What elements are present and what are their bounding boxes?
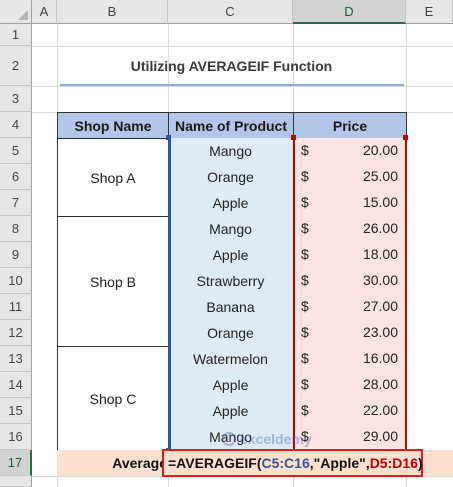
gridline: [32, 86, 453, 87]
row-header-10[interactable]: 10: [0, 268, 32, 294]
exceldemy-watermark: exceldemy: [222, 430, 362, 448]
cell-shop-c[interactable]: Shop C: [57, 346, 169, 451]
cell-product[interactable]: Mango: [168, 216, 294, 243]
cell-price[interactable]: $25.00: [293, 164, 407, 191]
range-highlight-d5-d16: [293, 138, 295, 451]
price-value: 28.00: [362, 376, 398, 392]
price-value: 15.00: [362, 194, 398, 210]
cell-price[interactable]: $15.00: [293, 190, 407, 217]
cell-price[interactable]: $18.00: [293, 242, 407, 269]
range-handle[interactable]: [166, 135, 171, 140]
cell-price[interactable]: $23.00: [293, 320, 407, 347]
currency-symbol: $: [301, 220, 309, 236]
currency-symbol: $: [301, 272, 309, 288]
cell-product[interactable]: Apple: [168, 372, 294, 399]
cell-product[interactable]: Orange: [168, 320, 294, 347]
cell-price[interactable]: $22.00: [293, 398, 407, 425]
price-value: 23.00: [362, 324, 398, 340]
cell-product[interactable]: Orange: [168, 164, 294, 191]
column-header-b[interactable]: B: [57, 0, 168, 24]
row-header-8[interactable]: 8: [0, 216, 32, 242]
formula-suffix: ): [417, 455, 423, 471]
select-all-corner[interactable]: [0, 0, 32, 24]
range-handle[interactable]: [403, 135, 408, 140]
row-header-7[interactable]: 7: [0, 190, 32, 216]
cell-product[interactable]: Strawberry: [168, 268, 294, 295]
row-header-5[interactable]: 5: [0, 138, 32, 164]
price-value: 16.00: [362, 350, 398, 366]
row-header-18[interactable]: [0, 476, 32, 487]
price-value: 22.00: [362, 402, 398, 418]
price-value: 27.00: [362, 298, 398, 314]
cell-product[interactable]: Banana: [168, 294, 294, 321]
header-price[interactable]: Price: [293, 112, 407, 139]
title-underline: [60, 84, 404, 86]
cell-product[interactable]: Apple: [168, 398, 294, 425]
row-header-6[interactable]: 6: [0, 164, 32, 190]
currency-symbol: $: [301, 246, 309, 262]
cell-price[interactable]: $30.00: [293, 268, 407, 295]
currency-symbol: $: [301, 402, 309, 418]
average-label[interactable]: Average: [105, 450, 167, 476]
formula-range-c: C5:C16: [261, 455, 310, 471]
range-highlight-d5-d16: [405, 138, 407, 451]
price-value: 25.00: [362, 168, 398, 184]
currency-symbol: $: [301, 142, 309, 158]
cell-price[interactable]: $20.00: [293, 138, 407, 165]
row-header-3[interactable]: 3: [0, 86, 32, 112]
row-header-14[interactable]: 14: [0, 372, 32, 398]
row-header-4[interactable]: 4: [0, 112, 32, 138]
row-header-2[interactable]: 2: [0, 46, 32, 86]
currency-symbol: $: [301, 194, 309, 210]
cell-price[interactable]: $28.00: [293, 372, 407, 399]
cell-shop-a[interactable]: Shop A: [57, 138, 169, 217]
column-header-d[interactable]: D: [293, 0, 406, 24]
price-value: 26.00: [362, 220, 398, 236]
range-highlight-c5-c16: [168, 138, 171, 451]
cell-product[interactable]: Mango: [168, 138, 294, 165]
cell-price[interactable]: $16.00: [293, 346, 407, 373]
column-header-a[interactable]: A: [32, 0, 57, 24]
row-header-17[interactable]: 17: [0, 450, 32, 476]
watermark-logo-icon: [222, 432, 236, 446]
cell-product[interactable]: Apple: [168, 190, 294, 217]
watermark-text: exceldemy: [240, 431, 312, 447]
price-value: 18.00: [362, 246, 398, 262]
currency-symbol: $: [301, 376, 309, 392]
price-value: 30.00: [362, 272, 398, 288]
currency-symbol: $: [301, 298, 309, 314]
price-value: 20.00: [362, 142, 398, 158]
formula-cell-d17[interactable]: =AVERAGEIF(C5:C16 ,"Apple", D5:D16): [162, 449, 423, 477]
row-header-12[interactable]: 12: [0, 320, 32, 346]
formula-criteria: ,"Apple",: [309, 455, 370, 471]
header-name-of-product[interactable]: Name of Product: [168, 112, 294, 139]
header-shop-name[interactable]: Shop Name: [57, 112, 169, 139]
price-value: 29.00: [362, 428, 398, 444]
currency-symbol: $: [301, 324, 309, 340]
cell-product[interactable]: Apple: [168, 242, 294, 269]
column-header-c[interactable]: C: [168, 0, 293, 24]
formula-range-d: D5:D16: [369, 455, 418, 471]
row-header-1[interactable]: 1: [0, 24, 32, 46]
formula-prefix: =AVERAGEIF(: [168, 455, 262, 471]
currency-symbol: $: [301, 350, 309, 366]
sheet-title[interactable]: Utilizing AVERAGEIF Function: [57, 46, 406, 86]
cell-price[interactable]: $26.00: [293, 216, 407, 243]
cell-shop-b[interactable]: Shop B: [57, 216, 169, 347]
range-handle[interactable]: [291, 135, 296, 140]
cell-product[interactable]: Watermelon: [168, 346, 294, 373]
row-header-15[interactable]: 15: [0, 398, 32, 424]
row-header-13[interactable]: 13: [0, 346, 32, 372]
row-header-16[interactable]: 16: [0, 424, 32, 450]
cell-price[interactable]: $27.00: [293, 294, 407, 321]
row-header-11[interactable]: 11: [0, 294, 32, 320]
row-header-9[interactable]: 9: [0, 242, 32, 268]
currency-symbol: $: [301, 168, 309, 184]
column-header-e[interactable]: E: [406, 0, 453, 24]
